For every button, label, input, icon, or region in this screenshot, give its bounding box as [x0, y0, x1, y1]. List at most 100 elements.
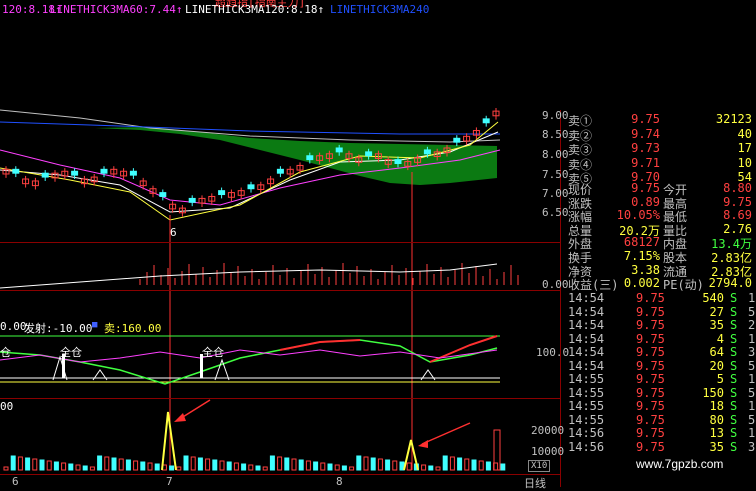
volume-bar	[68, 463, 74, 471]
tick-count: 5	[748, 385, 756, 400]
stat-value: 9.75	[723, 194, 752, 209]
panel-divider	[0, 398, 560, 399]
tick-volume: 18	[709, 399, 724, 413]
tick-time: 14:55	[568, 372, 605, 386]
candle-body	[129, 170, 137, 176]
volume-bar	[493, 429, 501, 471]
tick-time: 14:54	[568, 318, 605, 332]
panel-divider	[0, 290, 560, 291]
volume-bar	[17, 456, 23, 471]
tick-volume: 35	[709, 318, 724, 332]
signal-left-value: 0.00	[0, 320, 27, 333]
volume-bar	[241, 463, 247, 471]
volume-bar	[406, 462, 412, 471]
tick-volume: 540	[702, 291, 724, 305]
volume-bar	[320, 462, 326, 471]
volume-bar	[457, 457, 463, 471]
tick-side: S	[730, 318, 738, 332]
order-volume: 40	[737, 126, 752, 141]
volume-bar	[305, 460, 311, 471]
volume-bar	[363, 456, 369, 471]
volume-bar	[392, 460, 398, 471]
price-axis-tick: 7.50	[542, 168, 569, 181]
tick-count: 3	[748, 345, 756, 359]
volume-bar	[147, 462, 153, 471]
candle-body	[100, 168, 108, 174]
period-label[interactable]: 日线	[524, 475, 546, 491]
volume-axis-tick: 0.00	[542, 278, 569, 291]
order-volume: 10	[737, 155, 752, 170]
volume-bar	[10, 455, 16, 471]
volume-bar	[125, 459, 131, 471]
volume-bar	[269, 455, 275, 471]
stat-value: 68127	[623, 235, 660, 250]
tick-time: 14:54	[568, 345, 605, 359]
tick-time: 14:55	[568, 399, 605, 413]
tick-volume: 150	[702, 385, 724, 400]
volume-bar	[327, 463, 333, 471]
tick-count: 1	[748, 331, 756, 346]
candle-body	[276, 168, 284, 174]
volume-bar	[169, 465, 175, 471]
volume-bar	[421, 464, 427, 471]
volume-bar	[298, 459, 304, 471]
volume-bar	[140, 461, 146, 471]
tick-side: S	[730, 412, 738, 427]
signal-mark: 仓	[0, 346, 11, 359]
volume-bar	[190, 456, 196, 471]
tick-price: 9.75	[636, 345, 665, 359]
bottom-axis-tick: 10000	[531, 445, 565, 458]
arrow	[421, 422, 471, 445]
volume-bar	[39, 459, 45, 471]
zoom-x10-button[interactable]: X10	[528, 460, 551, 472]
spike	[161, 411, 177, 471]
tick-volume: 64	[709, 345, 724, 359]
volume-bar	[255, 465, 261, 471]
tick-side: S	[730, 304, 738, 319]
volume-bar	[485, 461, 491, 471]
tick-price: 9.75	[636, 291, 665, 305]
bottom-axis-tick: 20000	[531, 424, 565, 437]
tick-price: 9.75	[636, 304, 665, 319]
volume-bar	[32, 458, 38, 471]
tick-count: 5	[748, 358, 756, 373]
candle-body	[188, 197, 196, 203]
tick-price: 9.75	[636, 399, 665, 413]
candle-body	[335, 147, 343, 153]
volume-bar	[118, 458, 124, 471]
volume-bar	[3, 466, 9, 471]
candle-body	[12, 168, 20, 174]
stat-value: 7.15%	[623, 249, 660, 263]
volume-bar	[61, 462, 67, 471]
volume-bar	[349, 466, 355, 471]
tick-volume: 80	[709, 412, 724, 427]
candle-body	[41, 172, 49, 178]
signal-mai-label: 卖:160.00	[104, 322, 162, 335]
candle-body	[159, 192, 167, 197]
tick-side: S	[730, 439, 738, 454]
volume-bar	[104, 456, 110, 471]
tick-count: 5	[748, 412, 756, 427]
signal-mark: 全仓	[202, 346, 224, 359]
stat-value: 3.38	[631, 262, 660, 277]
candle-body	[247, 184, 255, 190]
tick-price: 9.75	[636, 426, 665, 440]
date-tick: 7	[166, 475, 173, 488]
tick-side: S	[730, 358, 738, 373]
volume-bar	[226, 461, 232, 471]
tick-side: S	[730, 291, 738, 305]
tick-side: S	[730, 385, 738, 400]
stat-value: 10.05%	[616, 208, 660, 223]
date-tick: 8	[336, 475, 343, 488]
price-axis-tick: 7.00	[542, 187, 569, 200]
tick-time: 14:56	[568, 439, 605, 454]
candle-body	[453, 137, 461, 143]
price-axis-tick: 8.00	[542, 148, 569, 161]
order-price: 9.75	[631, 112, 660, 126]
tick-count: 2	[748, 318, 756, 332]
tick-price: 9.75	[636, 372, 665, 386]
tick-price: 9.75	[636, 412, 665, 427]
volume-bar	[205, 458, 211, 471]
volume-bar	[46, 460, 52, 471]
volume-bar	[464, 458, 470, 471]
